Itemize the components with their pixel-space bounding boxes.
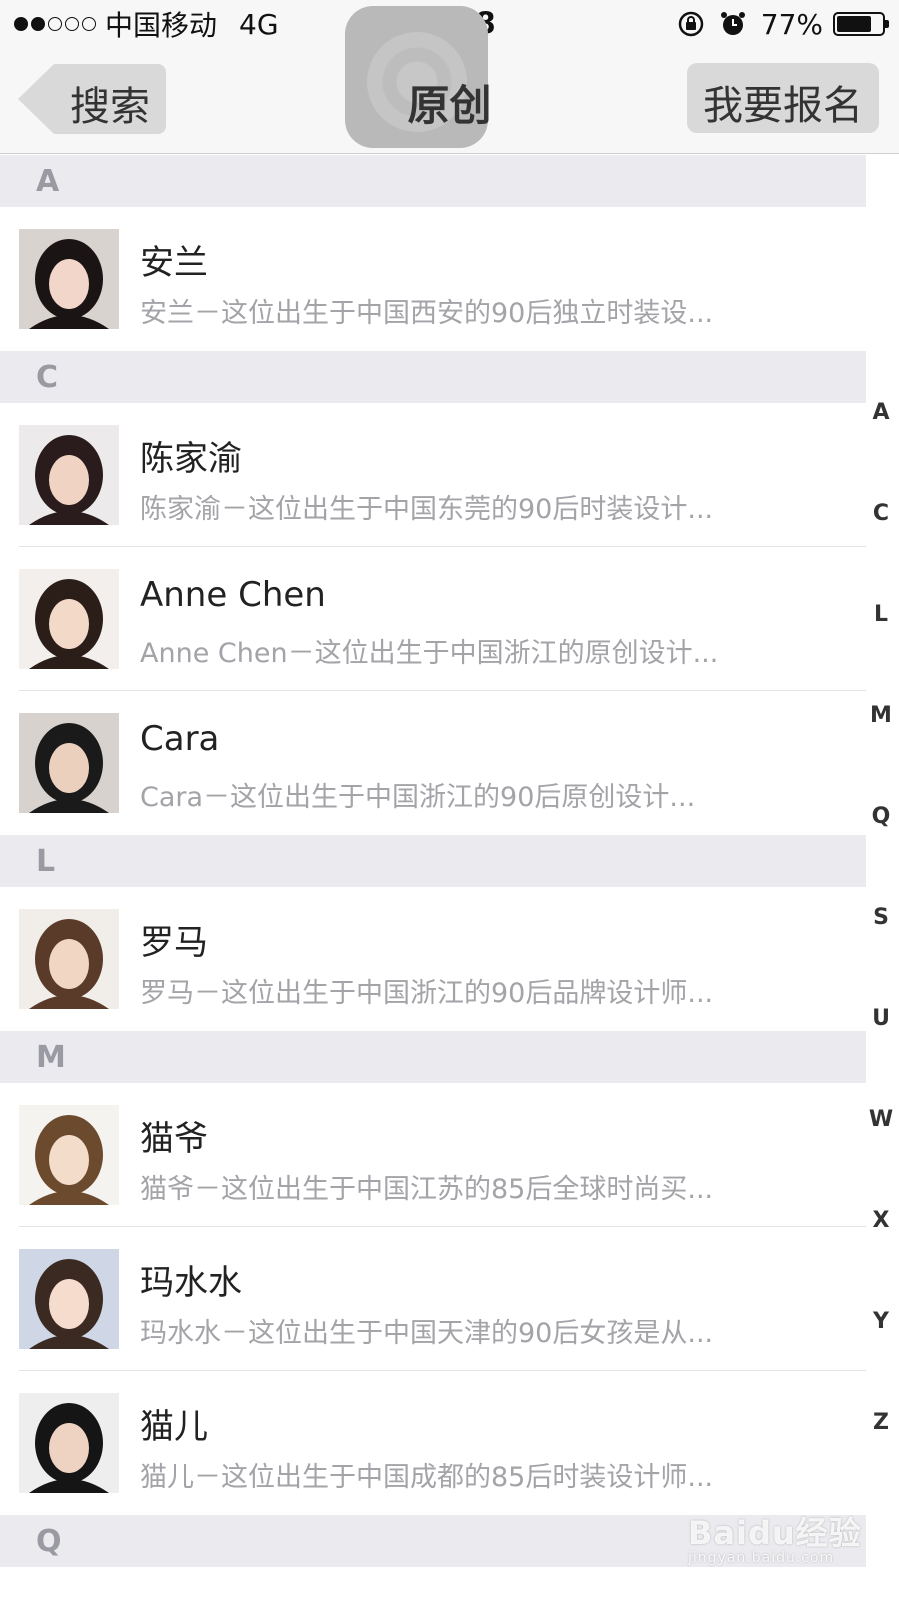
index-letter-c[interactable]: C [863, 501, 899, 602]
index-letter-l[interactable]: L [863, 602, 899, 703]
avatar [19, 1105, 119, 1205]
index-letter-x[interactable]: X [863, 1208, 899, 1309]
avatar [19, 909, 119, 1009]
section-header-m: M [0, 1031, 866, 1083]
alarm-icon [719, 10, 747, 38]
designer-name: 玛水水 [140, 1263, 242, 1303]
designer-description: Anne Chen－这位出生于中国浙江的原创设计... [140, 638, 719, 669]
designer-row[interactable]: 罗马罗马－这位出生于中国浙江的90后品牌设计师... [0, 887, 866, 1031]
designer-row[interactable]: 猫爷猫爷－这位出生于中国江苏的85后全球时尚买... [0, 1083, 866, 1227]
designer-row[interactable]: Cara Cara－这位出生于中国浙江的90后原创设计... [0, 691, 866, 835]
watermark-text: Baidu经验 [688, 1514, 862, 1552]
index-letter-y[interactable]: Y [863, 1309, 899, 1410]
index-letter-w[interactable]: W [863, 1107, 899, 1208]
designer-description: 陈家渝－这位出生于中国东莞的90后时装设计... [140, 494, 714, 525]
nav-bar: 搜索 原创 我要报名 [0, 6, 899, 154]
avatar [19, 1249, 119, 1349]
designer-description: 猫爷－这位出生于中国江苏的85后全球时尚买... [140, 1174, 714, 1205]
avatar [19, 569, 119, 669]
battery-icon [833, 12, 889, 36]
index-letter-m[interactable]: M [863, 703, 899, 804]
index-letter-z[interactable]: Z [863, 1410, 899, 1511]
designer-description: 玛水水－这位出生于中国天津的90后女孩是从... [140, 1318, 714, 1349]
battery-percent: 77% [760, 7, 823, 41]
designer-row[interactable]: 安兰安兰－这位出生于中国西安的90后独立时装设... [0, 207, 866, 351]
designer-row[interactable]: Anne Chen Anne Chen－这位出生于中国浙江的原创设计... [0, 547, 866, 691]
designer-description: 安兰－这位出生于中国西安的90后独立时装设... [140, 298, 714, 329]
designer-description: 罗马－这位出生于中国浙江的90后品牌设计师... [140, 978, 714, 1009]
signup-button[interactable]: 我要报名 [687, 63, 879, 133]
designer-row[interactable]: 陈家渝陈家渝－这位出生于中国东莞的90后时装设计... [0, 403, 866, 547]
designer-row[interactable]: 玛水水玛水水－这位出生于中国天津的90后女孩是从... [0, 1227, 866, 1371]
designer-name: Cara [140, 719, 220, 759]
section-header-a: A [0, 155, 866, 207]
designer-row[interactable]: 猫儿猫儿－这位出生于中国成都的85后时装设计师... [0, 1371, 866, 1515]
designer-name: 罗马 [140, 923, 208, 963]
index-letter-s[interactable]: S [863, 905, 899, 1006]
designer-name: 猫儿 [140, 1407, 208, 1447]
designer-name: Anne Chen [140, 575, 326, 615]
index-letter-u[interactable]: U [863, 1006, 899, 1107]
avatar [19, 1393, 119, 1493]
rotation-lock-icon [677, 10, 705, 38]
designer-description: 猫儿－这位出生于中国成都的85后时装设计师... [140, 1462, 714, 1493]
index-letter-a[interactable]: A [863, 400, 899, 501]
section-header-c: C [0, 351, 866, 403]
battery-fill [837, 16, 871, 32]
avatar [19, 713, 119, 813]
status-right: 77% [677, 6, 889, 42]
section-header-l: L [0, 835, 866, 887]
designer-name: 安兰 [140, 243, 208, 283]
designer-name: 猫爷 [140, 1119, 208, 1159]
signup-label: 我要报名 [703, 83, 863, 129]
designer-list[interactable]: A 安兰 安兰－这位出生于中国西安的90后独立时装设... C 陈家渝 陈家渝－这位出生于… [0, 155, 866, 1567]
section-index[interactable]: ACLMQSUWXYZ [863, 400, 899, 1511]
baidu-watermark: Baidu经验 jingyan.baidu.com [688, 1508, 862, 1566]
index-letter-q[interactable]: Q [863, 804, 899, 905]
avatar [19, 229, 119, 329]
battery-tip [885, 20, 889, 28]
watermark-sub: jingyan.baidu.com [688, 1550, 835, 1566]
avatar [19, 425, 119, 525]
designer-description: Cara－这位出生于中国浙江的90后原创设计... [140, 782, 696, 813]
designer-name: 陈家渝 [140, 439, 242, 479]
